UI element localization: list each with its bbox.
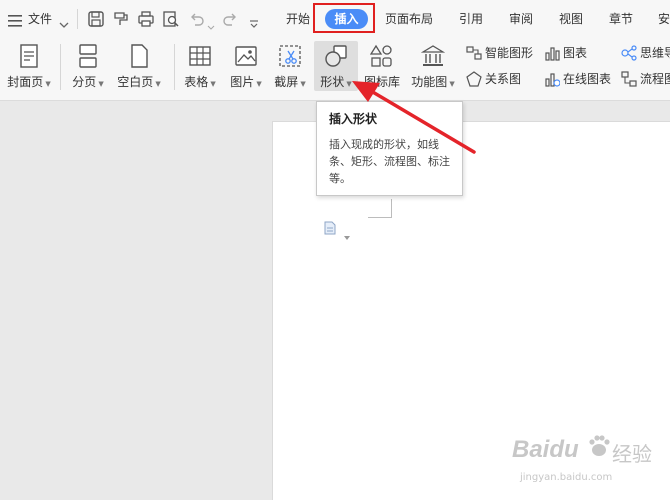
mind-map-button[interactable]: 思维导 [621, 44, 670, 62]
paste-options-icon[interactable] [324, 220, 336, 235]
tab-page-layout[interactable]: 页面布局 [385, 11, 433, 27]
paw-icon [588, 434, 610, 458]
annotation-arrow [352, 81, 476, 154]
save-icon[interactable] [87, 10, 105, 28]
icon-library-icon [369, 44, 394, 68]
baidu-watermark: Baidu 经验 jingyan.baidu.com [512, 432, 662, 492]
watermark-url: jingyan.baidu.com [520, 472, 613, 483]
mind-map-label: 思维导 [640, 46, 670, 60]
chevron-down-icon[interactable] [59, 14, 69, 28]
page-break-button[interactable]: 分页 ▼ [66, 44, 110, 96]
online-chart-icon [545, 73, 560, 87]
divider [174, 44, 175, 90]
tab-insert[interactable]: 插入 [325, 9, 368, 29]
table-icon [188, 44, 212, 68]
chevron-down-icon[interactable] [344, 225, 350, 240]
bar-chart-icon [545, 47, 560, 61]
blank-page-button[interactable]: 空白页 ▼ [113, 44, 165, 96]
dropdown-arrow-icon: ▼ [43, 80, 51, 88]
picture-button[interactable]: 图片 ▼ [226, 44, 266, 96]
tab-review[interactable]: 审阅 [509, 11, 533, 27]
file-menu[interactable]: 文件 [28, 11, 52, 27]
page-break-icon [76, 44, 100, 68]
tab-section[interactable]: 章节 [609, 11, 633, 27]
dropdown-arrow-icon: ▼ [153, 80, 161, 88]
picture-icon [234, 44, 258, 68]
dropdown-arrow-icon: ▼ [298, 80, 306, 88]
undo-icon[interactable] [188, 10, 206, 28]
screenshot-button[interactable]: 截屏 ▼ [270, 44, 310, 96]
redo-icon[interactable] [221, 10, 239, 28]
print-icon[interactable] [137, 10, 155, 28]
mind-map-icon [621, 45, 637, 61]
flowchart-label: 流程图 [640, 72, 670, 86]
online-chart-label: 在线图表 [563, 72, 612, 86]
chart-label: 图表 [563, 46, 588, 60]
format-painter-icon[interactable] [112, 10, 130, 28]
smart-graphic-icon [466, 46, 482, 60]
cover-page-icon [17, 44, 41, 68]
dropdown-arrow-icon: ▼ [254, 80, 262, 88]
smart-graphic-button[interactable]: 智能图形 [466, 44, 538, 62]
online-chart-button[interactable]: 在线图表 [544, 70, 616, 88]
table-label: 表格 [184, 75, 209, 89]
relation-chart-label: 关系图 [485, 72, 522, 86]
dropdown-arrow-icon: ▼ [208, 80, 216, 88]
smart-graphic-label: 智能图形 [485, 46, 534, 60]
cover-page-button[interactable]: 封面页 ▼ [4, 44, 54, 96]
hamburger-icon[interactable] [8, 12, 22, 27]
customize-dropdown-icon[interactable] [249, 14, 259, 28]
watermark-brand: Baidu [512, 436, 579, 463]
print-preview-icon[interactable] [162, 10, 180, 28]
divider [60, 44, 61, 90]
cover-page-label: 封面页 [7, 75, 44, 89]
tab-insert-label: 插入 [334, 12, 359, 26]
function-chart-icon [420, 44, 446, 68]
shapes-icon [324, 44, 348, 68]
top-menu-bar: 文件 开始 插入 页面布局 引用 审阅 视图 章节 安 [0, 0, 670, 38]
dropdown-arrow-icon: ▼ [96, 80, 104, 88]
tab-security[interactable]: 安 [658, 11, 670, 27]
picture-label: 图片 [230, 75, 255, 89]
tab-view[interactable]: 视图 [559, 11, 583, 27]
blank-page-icon [127, 44, 151, 68]
divider [77, 9, 78, 29]
shapes-label: 形状 [320, 75, 345, 89]
chevron-down-icon[interactable] [207, 16, 215, 30]
watermark-suffix: 经验 [612, 442, 652, 466]
flowchart-button[interactable]: 流程图 [621, 70, 670, 88]
margin-corner-mark [368, 199, 392, 218]
chart-button[interactable]: 图表 [544, 44, 594, 62]
screenshot-label: 截屏 [274, 75, 299, 89]
tab-home[interactable]: 开始 [286, 11, 310, 27]
blank-page-label: 空白页 [117, 75, 154, 89]
scissors-icon [278, 44, 302, 68]
flowchart-icon [621, 71, 637, 87]
table-button[interactable]: 表格 ▼ [180, 44, 220, 96]
tab-references[interactable]: 引用 [459, 11, 483, 27]
page-break-label: 分页 [72, 75, 97, 89]
